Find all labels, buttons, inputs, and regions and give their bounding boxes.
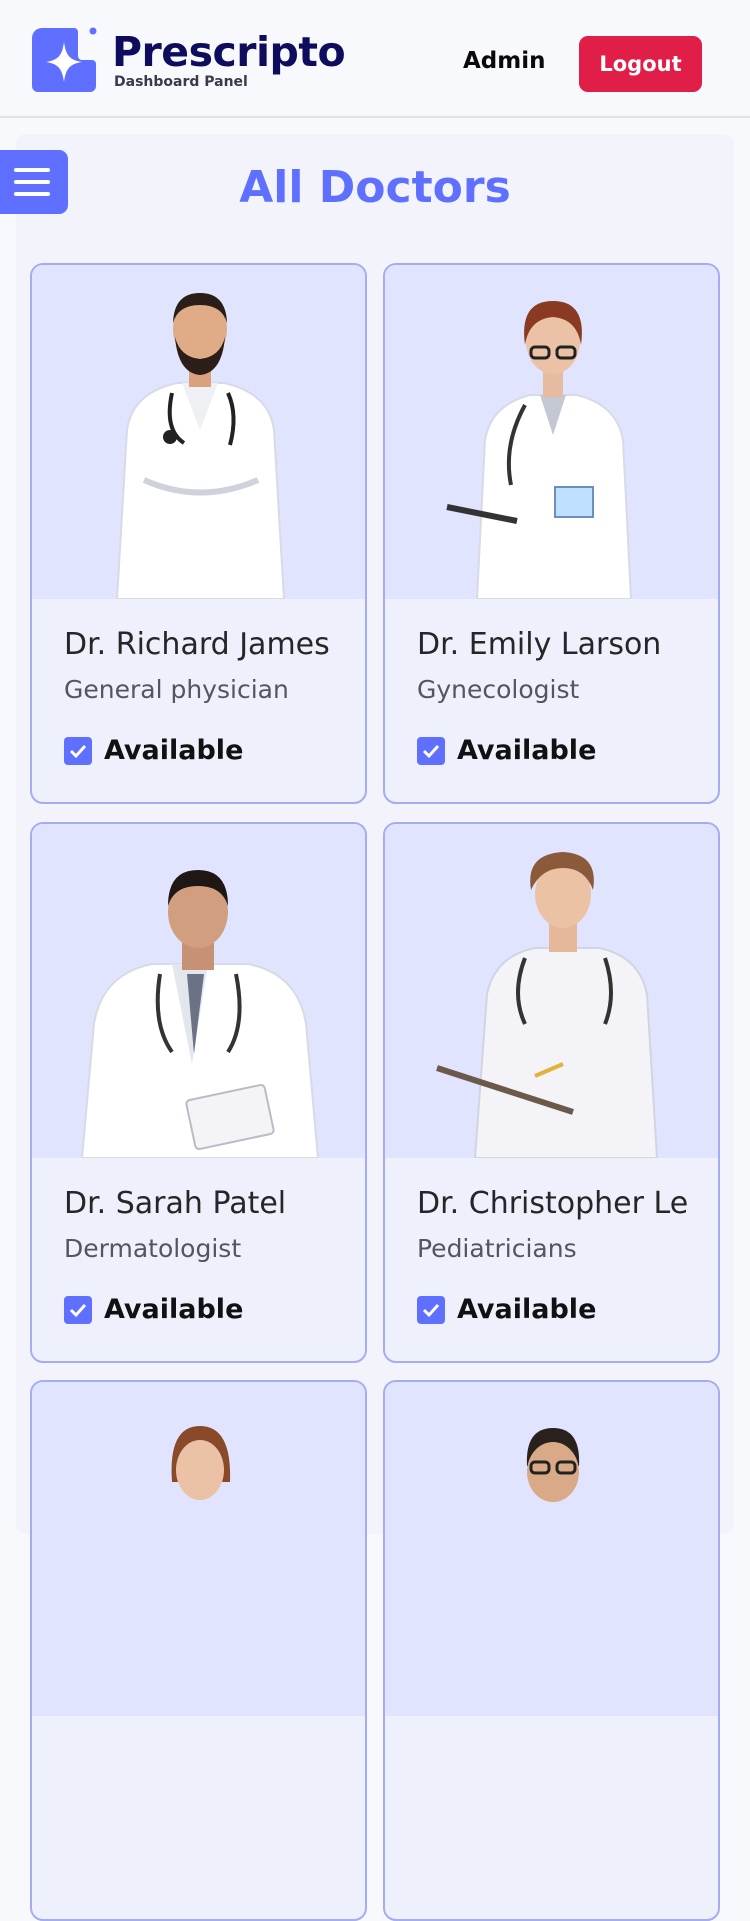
top-navbar: Prescripto Dashboard Panel Admin Logout: [0, 0, 750, 118]
doctor-portrait-icon: [80, 870, 320, 1158]
availability-label: Available: [457, 1294, 597, 1325]
doctor-portrait-icon: [171, 1426, 231, 1500]
doctor-speciality: Gynecologist: [417, 675, 580, 704]
doctor-photo: [32, 265, 365, 599]
doctor-portrait-icon: [115, 293, 286, 599]
doctor-card[interactable]: Dr. Emily Larson Gynecologist Available: [383, 263, 720, 804]
checkmark-icon: [422, 1303, 440, 1317]
doctor-card[interactable]: [30, 1380, 367, 1921]
availability-checkbox[interactable]: [417, 736, 445, 765]
availability-row: Available: [417, 1294, 596, 1325]
availability-label: Available: [104, 735, 244, 766]
availability-checkbox[interactable]: [64, 1295, 92, 1324]
availability-label: Available: [457, 735, 597, 766]
doctor-card[interactable]: Dr. Christopher Lee Pediatricians Availa…: [383, 822, 720, 1363]
doctor-name: Dr. Richard James: [64, 627, 330, 662]
availability-row: Available: [417, 735, 596, 766]
availability-checkbox[interactable]: [64, 736, 92, 765]
availability-row: Available: [64, 1294, 243, 1325]
doctor-photo: [385, 265, 718, 599]
page-title: All Doctors: [239, 162, 511, 213]
availability-row: Available: [64, 735, 243, 766]
role-label: Admin: [463, 48, 546, 74]
doctor-photo: [32, 1382, 365, 1716]
doctor-card[interactable]: Dr. Sarah Patel Dermatologist Available: [30, 822, 367, 1363]
doctor-name: Dr. Christopher Lee: [417, 1186, 687, 1221]
availability-label: Available: [104, 1294, 244, 1325]
doctor-card[interactable]: [383, 1380, 720, 1921]
checkmark-icon: [69, 744, 87, 758]
logo-icon: [32, 27, 97, 92]
doctor-portrait-icon: [446, 301, 633, 599]
logo-title: Prescripto: [112, 28, 346, 76]
doctor-speciality: General physician: [64, 675, 289, 704]
doctor-name: Dr. Sarah Patel: [64, 1186, 287, 1221]
doctor-photo: [385, 1382, 718, 1716]
logo-subtitle: Dashboard Panel: [114, 74, 248, 90]
doctor-speciality: Pediatricians: [417, 1234, 577, 1263]
checkmark-icon: [69, 1303, 87, 1317]
doctor-portrait-icon: [526, 1428, 580, 1502]
doctor-photo: [385, 824, 718, 1158]
doctor-speciality: Dermatologist: [64, 1234, 242, 1263]
doctor-photo: [32, 824, 365, 1158]
doctor-card[interactable]: Dr. Richard James General physician Avai…: [30, 263, 367, 804]
doctor-portrait-icon: [436, 852, 659, 1158]
checkmark-icon: [422, 744, 440, 758]
doctor-name: Dr. Emily Larson: [417, 627, 662, 662]
logout-button[interactable]: Logout: [579, 36, 702, 92]
availability-checkbox[interactable]: [417, 1295, 445, 1324]
